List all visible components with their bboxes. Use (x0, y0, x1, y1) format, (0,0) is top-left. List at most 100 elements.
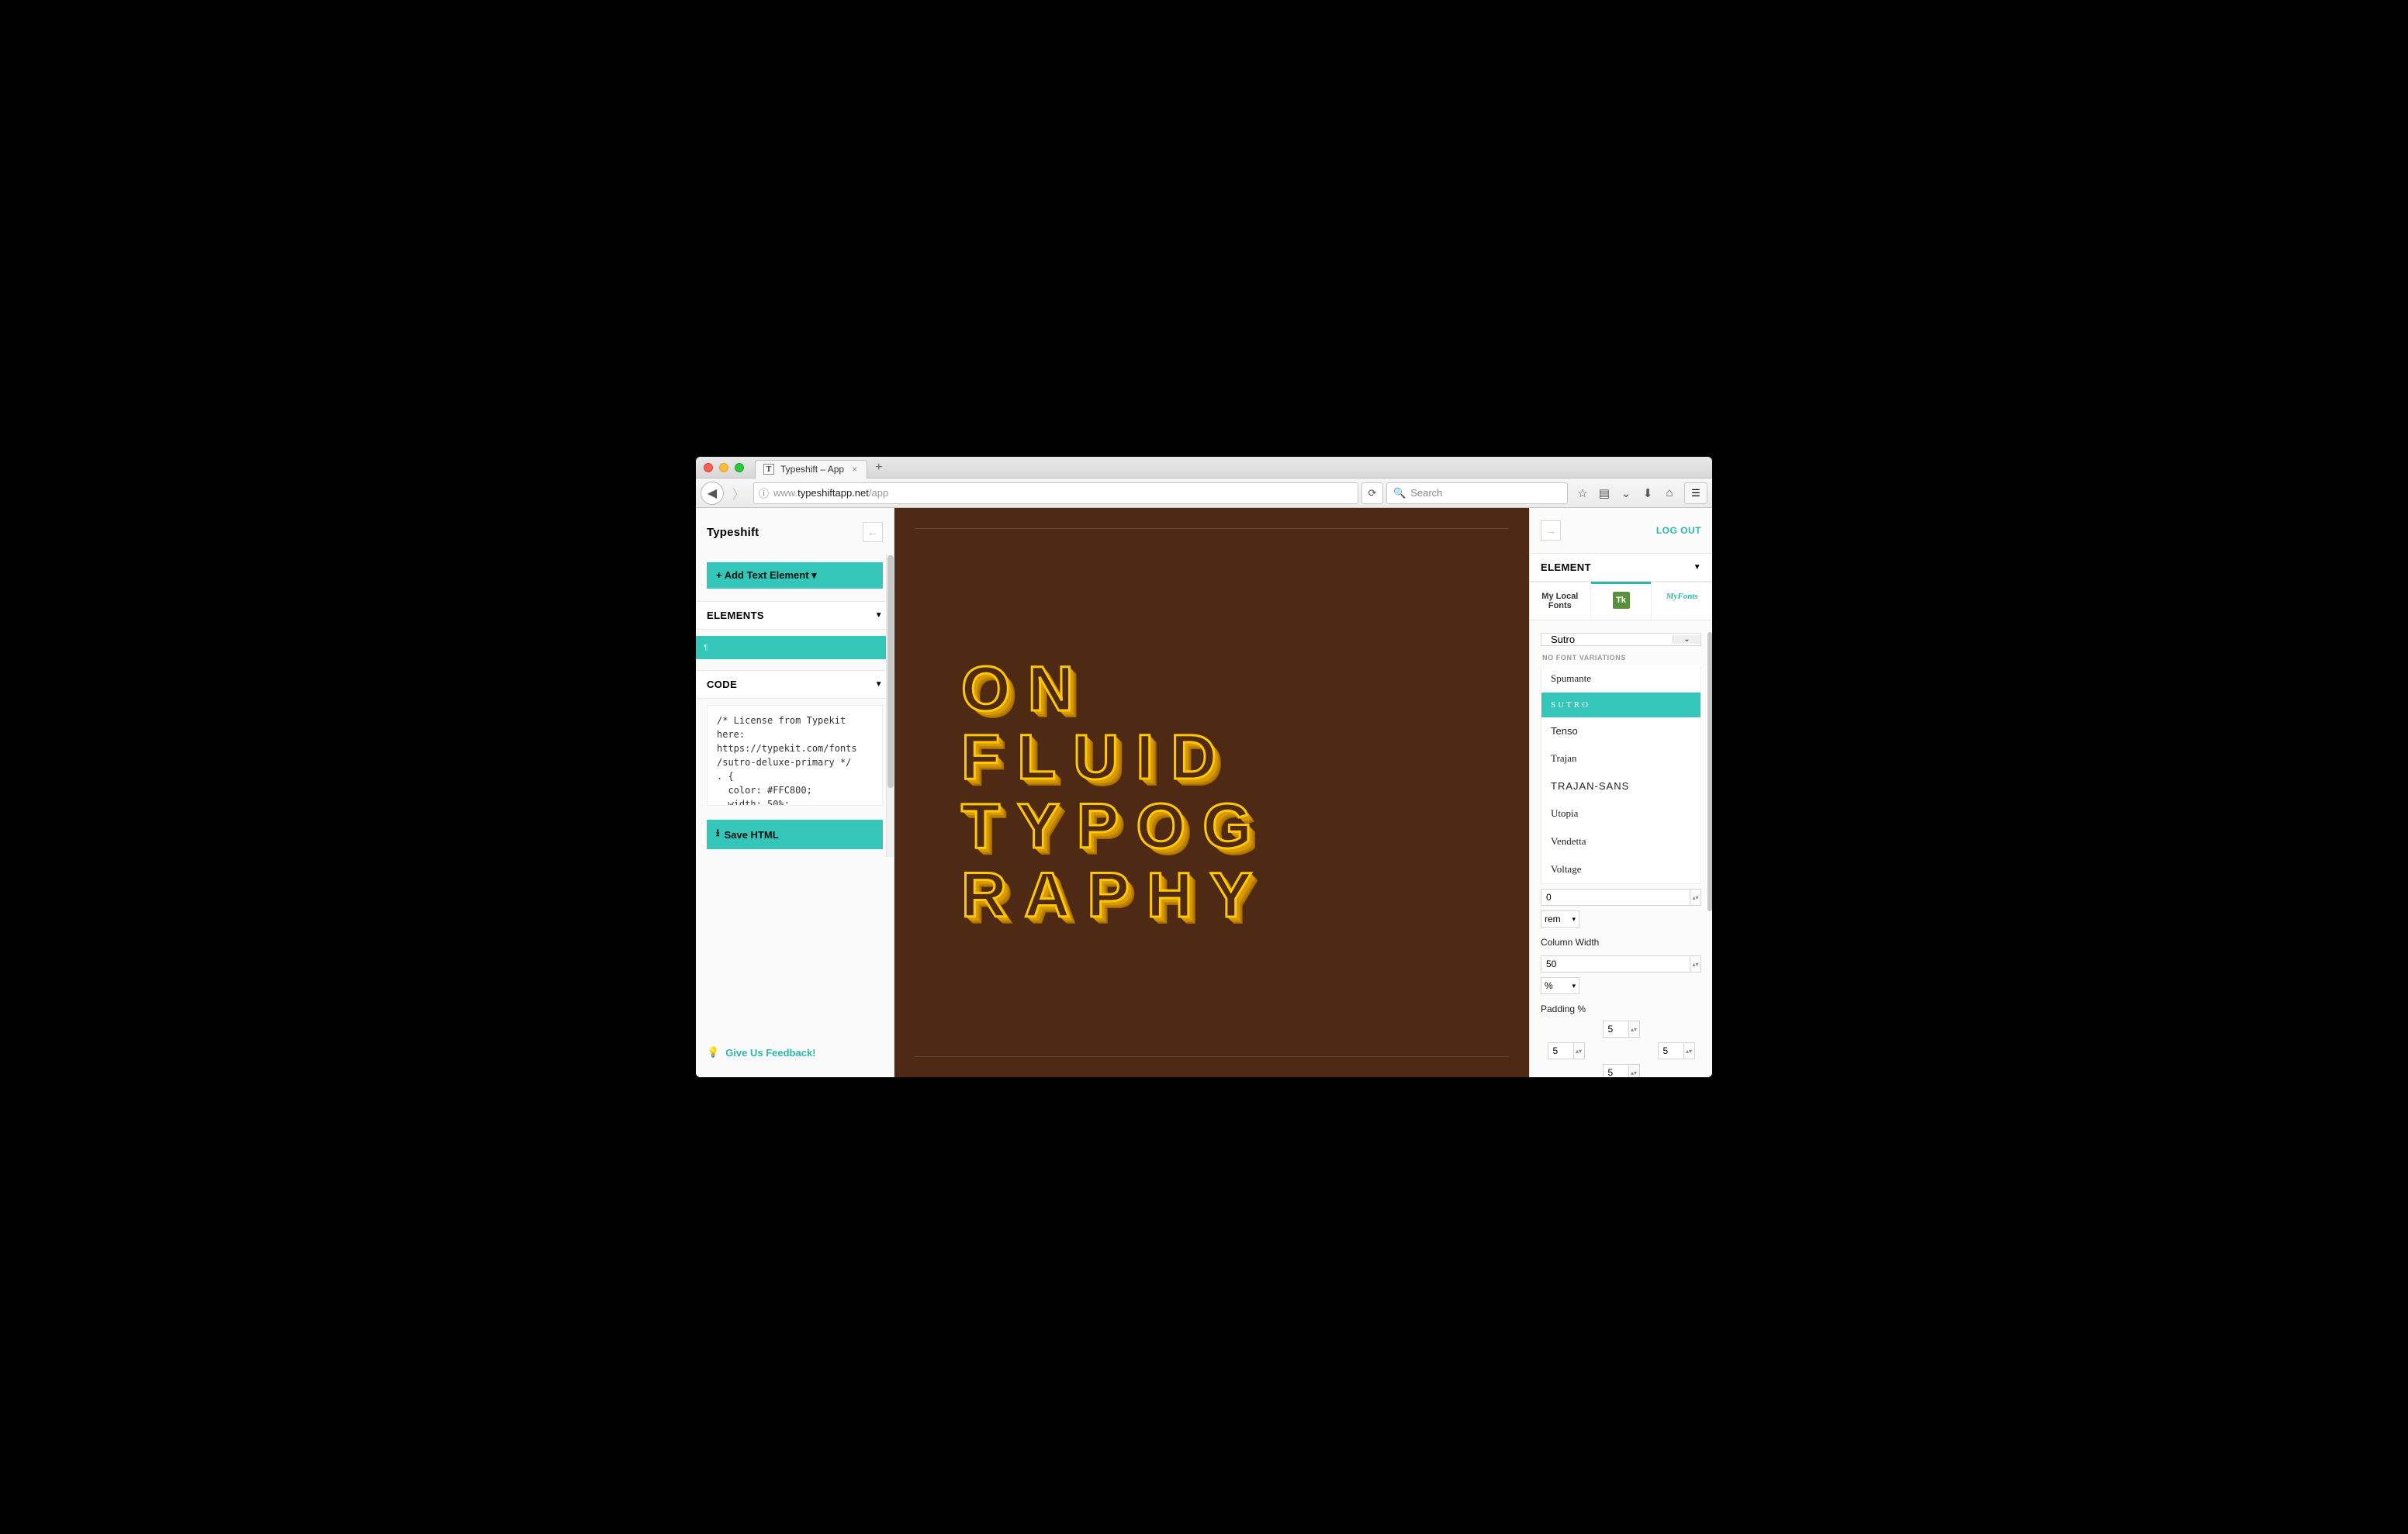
font-family-select[interactable]: Sutro ⌄ (1541, 633, 1701, 646)
add-text-element-button[interactable]: + Add Text Element ▾ (707, 562, 883, 589)
window-controls (704, 463, 744, 472)
bookmark-star-icon[interactable]: ☆ (1576, 486, 1590, 500)
downloads-icon[interactable]: ⬇ (1641, 486, 1655, 500)
new-tab-button[interactable]: + (875, 461, 882, 475)
element-marker: ¶ (704, 644, 708, 652)
element-list-item[interactable]: ¶ (696, 636, 894, 659)
browser-tab[interactable]: T Typeshift – App × (755, 460, 867, 479)
font-family-value: Sutro (1541, 634, 1673, 645)
no-variations-label: NO FONT VARIATIONS (1542, 654, 1700, 662)
browser-toolbar: ◀ 〉 ⓘ www.typeshiftapp.net/app ⟳ 🔍 Searc… (696, 479, 1712, 508)
padding-top-stepper[interactable]: ▴▾ (1629, 1021, 1640, 1038)
forward-button[interactable]: 〉 (727, 482, 750, 504)
code-heading-label: CODE (707, 679, 737, 690)
browser-search-input[interactable]: 🔍 Search (1386, 482, 1568, 504)
font-option[interactable]: SUTRO (1541, 693, 1700, 717)
menu-button[interactable]: ☰ (1684, 482, 1707, 504)
column-width-input[interactable] (1541, 955, 1690, 973)
font-dropdown-list: SpumanteSUTROTensoTrajanTRAJAN-SANSUtopi… (1541, 665, 1701, 884)
chevron-down-icon: ▼ (875, 680, 883, 689)
padding-right-input[interactable] (1658, 1042, 1684, 1059)
font-option[interactable]: Vendetta (1541, 827, 1700, 855)
tab-close-button[interactable]: × (850, 464, 859, 475)
url-bar[interactable]: ⓘ www.typeshiftapp.net/app (753, 482, 1358, 504)
pocket-icon[interactable]: ⌄ (1619, 486, 1633, 500)
logout-link[interactable]: LOG OUT (1656, 525, 1701, 536)
chevron-down-icon: ▼ (875, 611, 883, 620)
canvas-artboard: ON FLUID TYPOG RAPHY (915, 528, 1509, 1057)
right-scrollbar[interactable] (1707, 632, 1712, 942)
column-width-unit-value: % (1545, 980, 1553, 991)
chevron-down-icon: ▾ (1572, 915, 1576, 924)
lightbulb-icon: 💡 (707, 1046, 719, 1059)
tab-myfonts[interactable]: MyFonts (1652, 582, 1712, 620)
numeric-unit-select[interactable]: rem ▾ (1541, 910, 1579, 928)
canvas[interactable]: ON FLUID TYPOG RAPHY (894, 508, 1529, 1077)
search-icon: 🔍 (1393, 487, 1406, 499)
url-prefix: www. (773, 487, 797, 499)
text-element[interactable]: ON FLUID TYPOG RAPHY (915, 655, 1316, 930)
font-option[interactable]: Trajan (1541, 745, 1700, 772)
font-option[interactable]: Spumante (1541, 665, 1700, 693)
myfonts-icon: MyFonts (1666, 592, 1698, 601)
left-collapse-button[interactable]: ← (863, 522, 883, 542)
numeric-stepper[interactable]: ▴▾ (1690, 889, 1701, 906)
right-collapse-button[interactable]: → (1541, 520, 1561, 541)
padding-grid: ▴▾ ▴▾ ▴▾ ▴▾ (1541, 1021, 1701, 1077)
zoom-window-button[interactable] (735, 463, 744, 472)
toolbar-icons: ☆ ▤ ⌄ ⬇ ⌂ (1571, 486, 1681, 500)
elements-heading-label: ELEMENTS (707, 610, 764, 621)
column-width-stepper[interactable]: ▴▾ (1690, 955, 1701, 973)
code-preview[interactable]: /* License from Typekit here: https://ty… (707, 705, 883, 806)
padding-right-stepper[interactable]: ▴▾ (1684, 1042, 1695, 1059)
titlebar: T Typeshift – App × + (696, 457, 1712, 479)
right-panel: → LOG OUT ELEMENT ▼ My Local Fonts Tk My… (1529, 508, 1712, 1077)
app-root: Typeshift ← + Add Text Element ▾ ELEMENT… (696, 508, 1712, 1077)
minimize-window-button[interactable] (719, 463, 728, 472)
chevron-down-icon: ▾ (1572, 982, 1576, 990)
typekit-icon: Tk (1613, 592, 1630, 609)
search-placeholder: Search (1410, 487, 1442, 499)
element-heading-label: ELEMENT (1541, 561, 1591, 573)
feedback-label: Give Us Feedback! (725, 1047, 815, 1059)
save-html-label: Save HTML (725, 829, 779, 841)
font-option[interactable]: Utopia (1541, 800, 1700, 827)
home-icon[interactable]: ⌂ (1662, 486, 1676, 499)
url-domain: typeshiftapp.net (797, 487, 869, 499)
column-width-unit-select[interactable]: %▾ (1541, 977, 1579, 994)
download-icon: ⭳ (716, 826, 720, 843)
left-panel: Typeshift ← + Add Text Element ▾ ELEMENT… (696, 508, 894, 1077)
padding-bottom-stepper[interactable]: ▴▾ (1629, 1064, 1640, 1077)
padding-label: Padding % (1541, 1004, 1701, 1014)
padding-left-input[interactable] (1548, 1042, 1574, 1059)
padding-bottom-input[interactable] (1603, 1064, 1629, 1077)
font-source-tabs: My Local Fonts Tk MyFonts (1530, 582, 1712, 620)
feedback-link[interactable]: 💡 Give Us Feedback! (696, 1035, 894, 1069)
font-option[interactable]: Tenso (1541, 717, 1700, 745)
browser-window: T Typeshift – App × + ◀ 〉 ⓘ www.typeshif… (696, 457, 1712, 1077)
reload-button[interactable]: ⟳ (1361, 482, 1383, 504)
element-section-header[interactable]: ELEMENT ▼ (1530, 553, 1712, 582)
column-width-label: Column Width (1541, 937, 1701, 948)
chevron-down-icon: ⌄ (1673, 635, 1700, 644)
numeric-unit-value: rem (1545, 914, 1561, 924)
back-button[interactable]: ◀ (701, 482, 724, 505)
reading-list-icon[interactable]: ▤ (1597, 486, 1611, 500)
tab-title: Typeshift – App (780, 464, 844, 475)
save-html-button[interactable]: ⭳ Save HTML (707, 820, 883, 849)
chevron-down-icon: ▼ (1694, 563, 1701, 572)
tab-favicon: T (763, 464, 774, 475)
font-option[interactable]: TRAJAN-SANS (1541, 772, 1700, 800)
left-scrollbar[interactable] (886, 555, 894, 857)
tab-typekit[interactable]: Tk (1591, 582, 1652, 620)
close-window-button[interactable] (704, 463, 713, 472)
padding-top-input[interactable] (1603, 1021, 1629, 1038)
font-option[interactable]: Voltage (1541, 855, 1700, 883)
identity-info-icon[interactable]: ⓘ (759, 485, 769, 500)
elements-section-header[interactable]: ELEMENTS ▼ (696, 601, 894, 630)
url-path: /app (869, 487, 888, 499)
numeric-value-input[interactable] (1541, 889, 1690, 906)
padding-left-stepper[interactable]: ▴▾ (1574, 1042, 1585, 1059)
code-section-header[interactable]: CODE ▼ (696, 670, 894, 699)
tab-local-fonts[interactable]: My Local Fonts (1530, 582, 1591, 620)
